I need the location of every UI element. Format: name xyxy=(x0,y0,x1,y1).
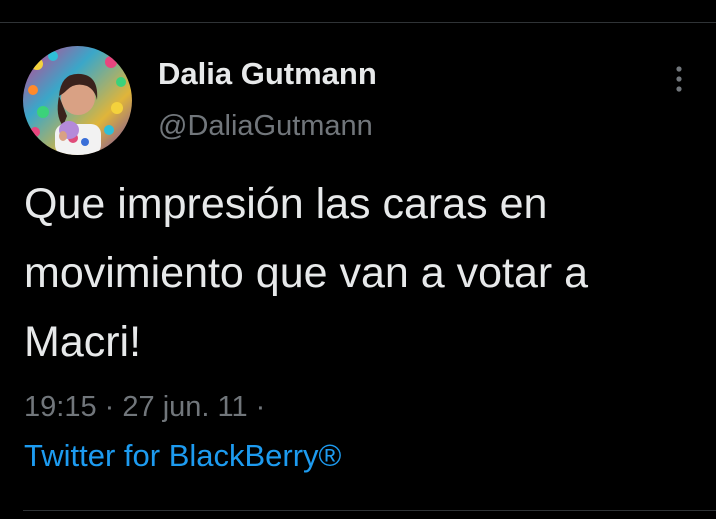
more-vertical-icon xyxy=(676,66,682,92)
user-handle[interactable]: @DaliaGutmann xyxy=(158,110,373,143)
meta-separator: · xyxy=(105,391,123,423)
tweet-meta: 19:15 · 27 jun. 11 · xyxy=(24,391,265,424)
profile-photo-icon xyxy=(23,46,132,155)
display-name[interactable]: Dalia Gutmann xyxy=(158,56,377,92)
separator-dot-trailing: · xyxy=(255,391,266,423)
tweet-text: Que impresión las caras en movimiento qu… xyxy=(24,180,589,366)
more-options-button[interactable] xyxy=(664,62,694,96)
top-divider xyxy=(0,22,716,23)
meta-separator-trailing: · xyxy=(256,391,266,423)
separator-dot: · xyxy=(104,391,115,423)
tweet-time[interactable]: 19:15 xyxy=(24,391,97,423)
tweet-source-link[interactable]: Twitter for BlackBerry® xyxy=(24,438,341,474)
bottom-divider xyxy=(23,510,716,511)
tweet-date[interactable]: 27 jun. 11 xyxy=(122,391,247,423)
avatar[interactable] xyxy=(23,46,132,155)
